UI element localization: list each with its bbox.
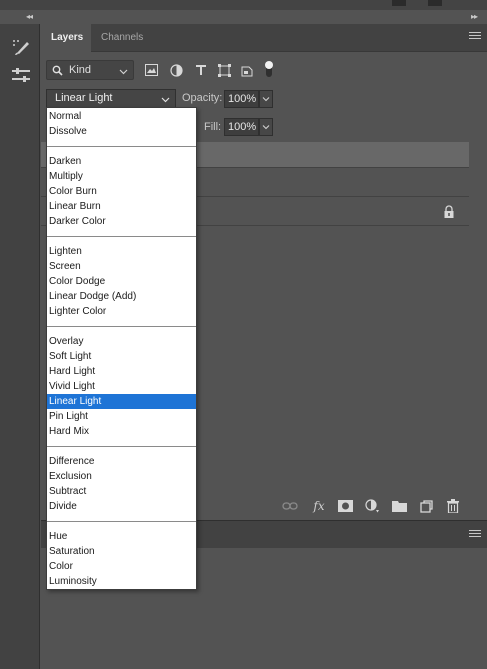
adjustment-filter-icon[interactable] bbox=[169, 63, 183, 77]
blend-option-darken[interactable]: Darken bbox=[47, 154, 196, 169]
opacity-field[interactable]: 100% bbox=[224, 90, 259, 108]
blend-option-linear-dodge[interactable]: Linear Dodge (Add) bbox=[47, 289, 196, 304]
blend-group-difference: Difference Exclusion Subtract Divide bbox=[47, 454, 196, 514]
collapse-left-icon[interactable]: ◂◂ bbox=[26, 12, 33, 21]
expand-right-icon[interactable]: ▸▸ bbox=[471, 12, 478, 21]
blend-option-lighter-color[interactable]: Lighter Color bbox=[47, 304, 196, 319]
blend-option-hue[interactable]: Hue bbox=[47, 529, 196, 544]
blend-group-darken: Darken Multiply Color Burn Linear Burn D… bbox=[47, 154, 196, 229]
tab-channels[interactable]: Channels bbox=[91, 24, 153, 52]
panel-icon-strip bbox=[0, 24, 40, 669]
link-layers-icon[interactable] bbox=[282, 499, 298, 513]
blend-option-color-burn[interactable]: Color Burn bbox=[47, 184, 196, 199]
new-layer-icon[interactable] bbox=[418, 499, 434, 513]
adjustments-sliders-icon[interactable] bbox=[10, 64, 32, 86]
fill-dropdown-button[interactable] bbox=[259, 118, 273, 136]
menu-divider bbox=[47, 446, 196, 447]
new-adjustment-layer-icon[interactable] bbox=[364, 499, 380, 513]
blend-option-exclusion[interactable]: Exclusion bbox=[47, 469, 196, 484]
type-filter-icon[interactable] bbox=[194, 63, 208, 77]
opacity-label: Opacity: bbox=[182, 92, 223, 104]
chevron-down-icon bbox=[262, 97, 270, 102]
opacity-dropdown-button[interactable] bbox=[259, 90, 273, 108]
panel-menu-icon[interactable] bbox=[469, 530, 481, 540]
menu-divider bbox=[47, 146, 196, 147]
blend-option-saturation[interactable]: Saturation bbox=[47, 544, 196, 559]
blend-option-screen[interactable]: Screen bbox=[47, 259, 196, 274]
blend-option-linear-burn[interactable]: Linear Burn bbox=[47, 199, 196, 214]
blend-option-subtract[interactable]: Subtract bbox=[47, 484, 196, 499]
search-icon bbox=[52, 64, 63, 82]
add-mask-icon[interactable] bbox=[337, 499, 353, 513]
blend-option-dissolve[interactable]: Dissolve bbox=[47, 124, 196, 139]
smart-object-filter-icon[interactable] bbox=[240, 63, 254, 77]
menu-divider bbox=[47, 326, 196, 327]
fill-label: Fill: bbox=[204, 121, 222, 133]
panel-menu-icon[interactable] bbox=[469, 32, 481, 42]
blend-group-normal: Normal Dissolve bbox=[47, 109, 196, 139]
blend-mode-value: Linear Light bbox=[55, 92, 113, 104]
blend-option-soft-light[interactable]: Soft Light bbox=[47, 349, 196, 364]
menu-divider bbox=[47, 521, 196, 522]
blend-option-darker-color[interactable]: Darker Color bbox=[47, 214, 196, 229]
blend-option-overlay[interactable]: Overlay bbox=[47, 334, 196, 349]
blend-mode-select[interactable]: Linear Light bbox=[46, 89, 176, 108]
filter-toggle-icon[interactable] bbox=[262, 58, 276, 80]
blend-option-luminosity[interactable]: Luminosity bbox=[47, 574, 196, 589]
blend-option-difference[interactable]: Difference bbox=[47, 454, 196, 469]
chevron-down-icon bbox=[262, 125, 270, 130]
filter-kind-label: Kind bbox=[69, 64, 92, 76]
shape-filter-icon[interactable] bbox=[217, 63, 231, 77]
chevron-down-icon bbox=[119, 64, 128, 82]
pixel-filter-icon[interactable] bbox=[144, 63, 158, 77]
blend-option-pin-light[interactable]: Pin Light bbox=[47, 409, 196, 424]
lock-icon bbox=[443, 205, 455, 219]
blend-option-hard-light[interactable]: Hard Light bbox=[47, 364, 196, 379]
blend-option-vivid-light[interactable]: Vivid Light bbox=[47, 379, 196, 394]
blend-group-hue: Hue Saturation Color Luminosity bbox=[47, 529, 196, 589]
blend-group-lighten: Lighten Screen Color Dodge Linear Dodge … bbox=[47, 244, 196, 319]
tab-layers[interactable]: Layers bbox=[41, 24, 91, 52]
delete-layer-icon[interactable] bbox=[445, 499, 461, 513]
blend-option-hard-mix[interactable]: Hard Mix bbox=[47, 424, 196, 439]
blend-option-color-dodge[interactable]: Color Dodge bbox=[47, 274, 196, 289]
fx-icon[interactable]: fx bbox=[311, 499, 327, 513]
new-group-icon[interactable] bbox=[391, 499, 407, 513]
blend-option-multiply[interactable]: Multiply bbox=[47, 169, 196, 184]
filter-kind-select[interactable]: Kind bbox=[46, 60, 134, 80]
blend-option-normal[interactable]: Normal bbox=[47, 109, 196, 124]
fill-field[interactable]: 100% bbox=[224, 118, 259, 136]
brush-settings-icon[interactable] bbox=[10, 36, 32, 58]
blend-option-color[interactable]: Color bbox=[47, 559, 196, 574]
layer-filter-row: Kind bbox=[41, 58, 487, 84]
blend-option-linear-light[interactable]: Linear Light bbox=[47, 394, 196, 409]
blend-option-lighten[interactable]: Lighten bbox=[47, 244, 196, 259]
blend-group-overlay: Overlay Soft Light Hard Light Vivid Ligh… bbox=[47, 334, 196, 439]
blend-option-divide[interactable]: Divide bbox=[47, 499, 196, 514]
dock-notch bbox=[428, 0, 442, 6]
menu-divider bbox=[47, 236, 196, 237]
blend-mode-menu: Normal Dissolve Darken Multiply Color Bu… bbox=[46, 107, 197, 590]
dock-notch bbox=[392, 0, 406, 6]
top-dock-strip bbox=[0, 0, 487, 10]
panel-tab-bar: Layers Channels bbox=[41, 24, 487, 52]
